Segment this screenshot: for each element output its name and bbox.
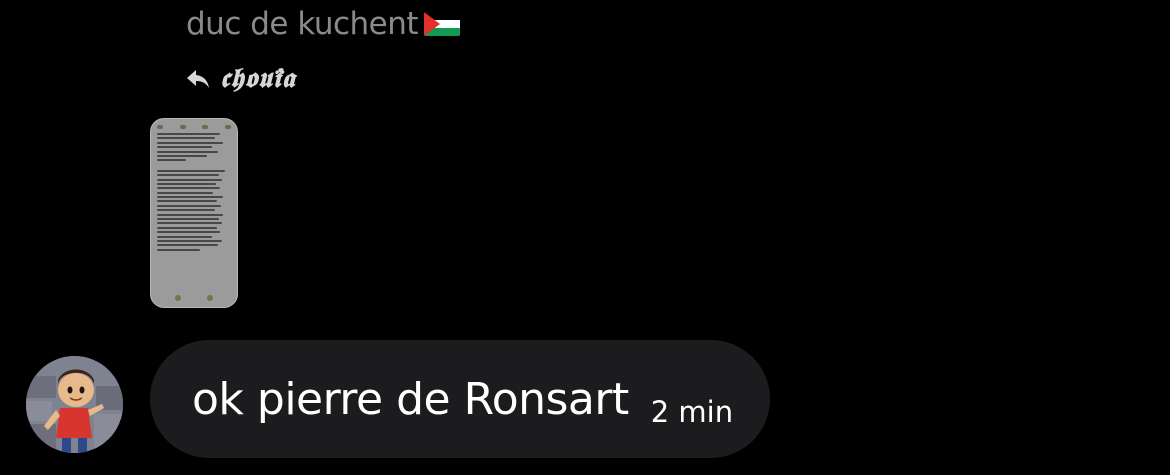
avatar[interactable] [26, 356, 123, 453]
message-bubble[interactable]: ok pierre de Ronsart 2 min [150, 340, 770, 458]
reply-sender-name: duc de kuchent [186, 6, 419, 42]
message-timestamp: 2 min [650, 395, 734, 429]
thumbnail-text-lines [157, 133, 229, 253]
thumbnail-bottom-bar [175, 295, 213, 301]
palestine-flag-icon [424, 12, 461, 36]
screenshot-attachment-thumbnail[interactable] [150, 118, 238, 308]
reply-sender: duc de kuchent [186, 4, 461, 44]
thumbnail-toolbar [157, 124, 231, 130]
avatar-character-icon [26, 356, 123, 453]
replied-to-name: 𝖈𝖍𝖔𝖚𝖎̈𝖆 [220, 63, 296, 94]
message-text: ok pierre de Ronsart [192, 373, 629, 425]
reply-target[interactable]: 𝖈𝖍𝖔𝖚𝖎̈𝖆 [186, 60, 295, 98]
reply-arrow-icon [186, 68, 210, 90]
